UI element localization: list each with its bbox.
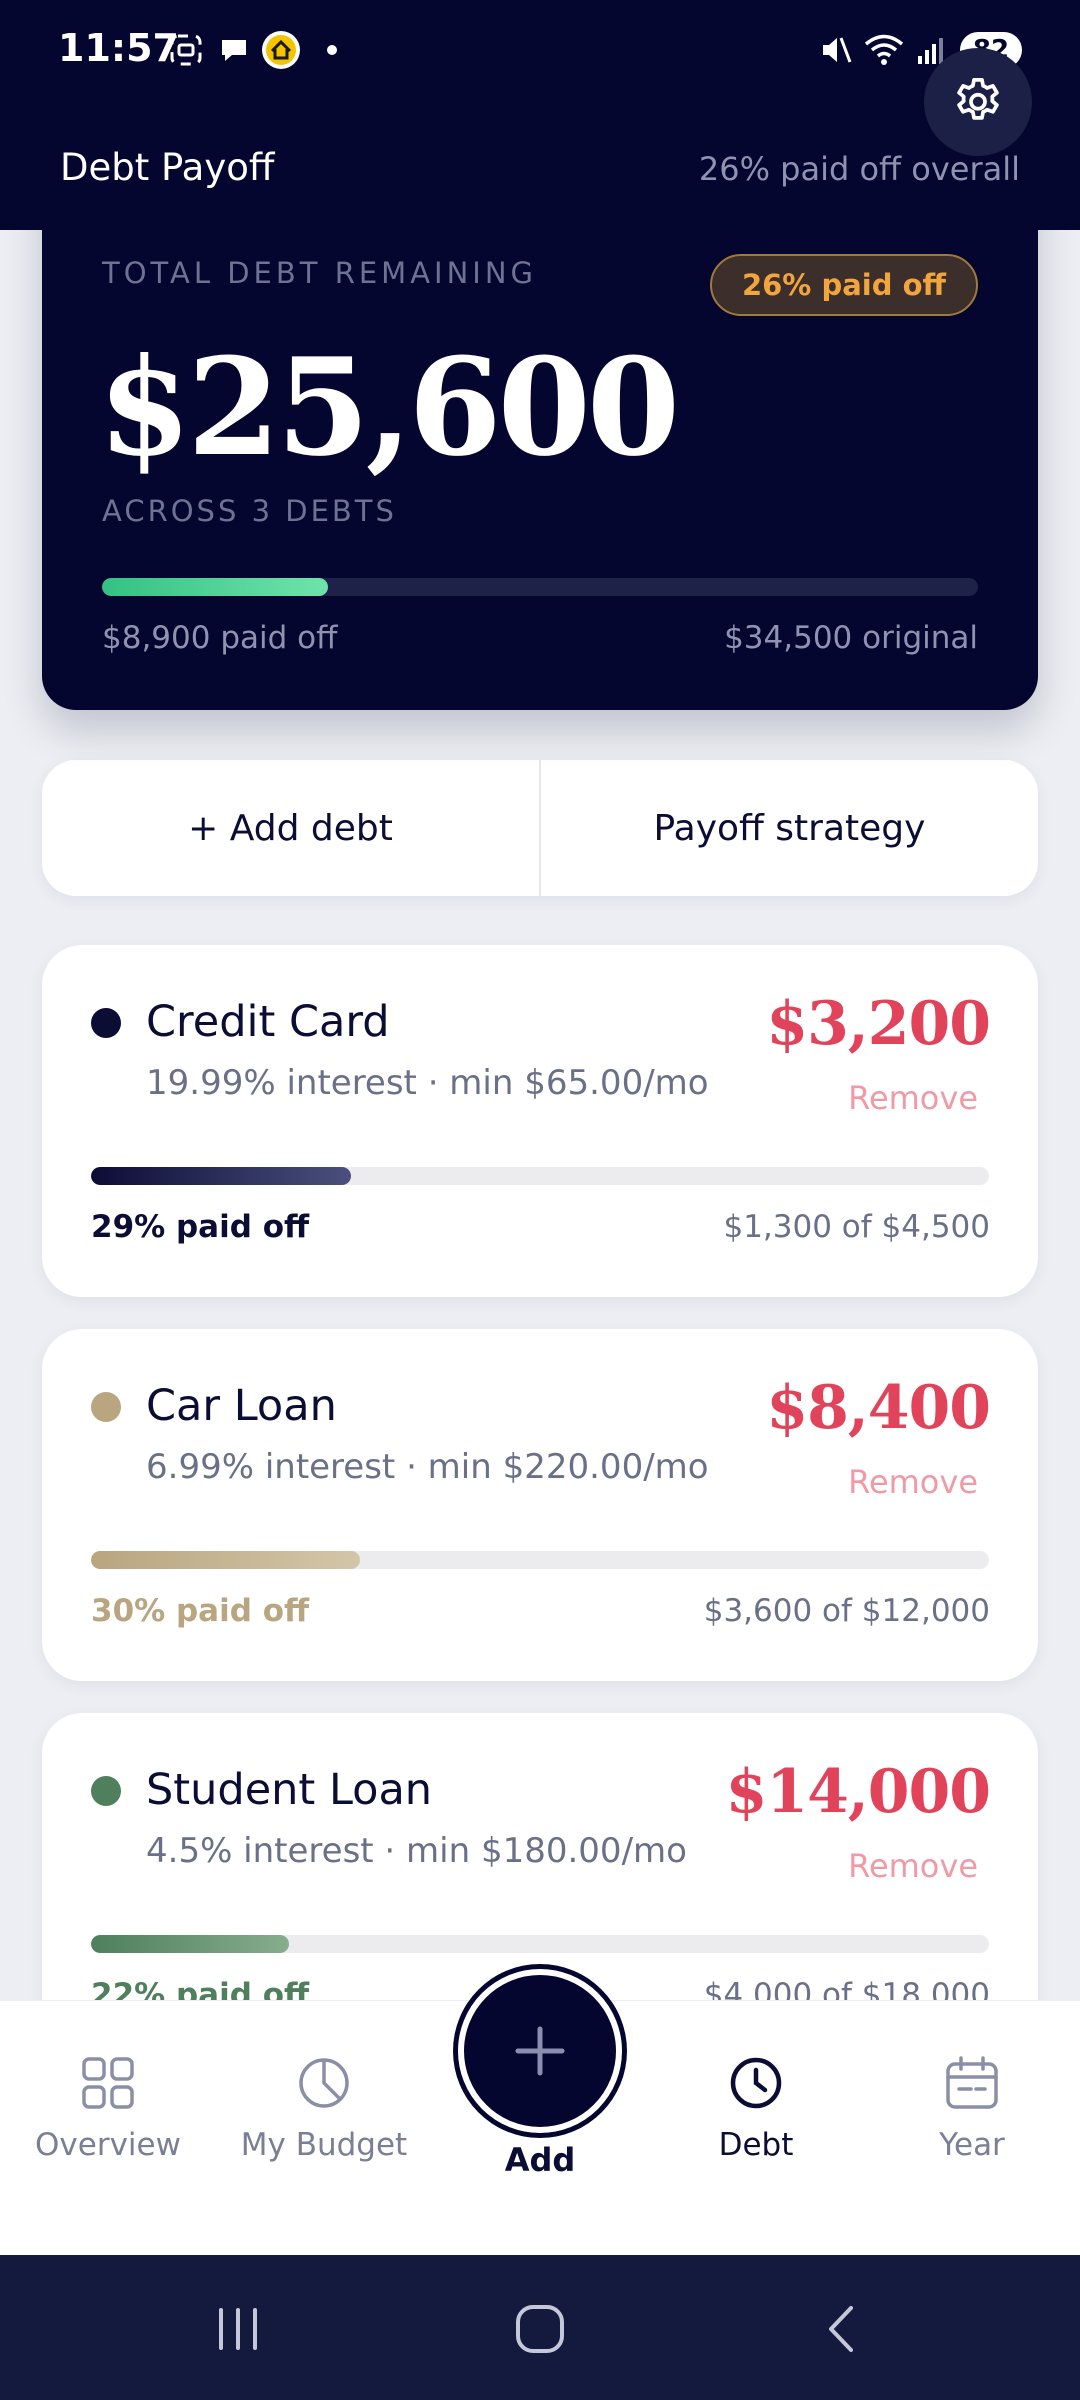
nav-label: Year [939,2127,1005,2163]
debt-count-label: ACROSS 3 DEBTS [102,494,397,528]
debt-progress-fill [91,1551,361,1569]
total-debt-card: TOTAL DEBT REMAINING 26% paid off $25,60… [42,160,1038,710]
debt-card[interactable]: Car Loan 6.99% interest · min $220.00/mo… [42,1329,1038,1681]
total-progress-fill [102,578,328,596]
system-navigation-bar [0,2255,1080,2400]
nav-label: Debt [718,2127,794,2163]
grid-icon [78,2053,138,2113]
debt-progress-fill [91,1935,289,1953]
paid-off-amount: $8,900 paid off [102,620,338,656]
debt-list: Credit Card 19.99% interest · min $65.00… [0,930,1080,2000]
bottom-navigation: Overview My Budget Add Debt Year [0,1969,1080,2255]
total-progress-bar [102,578,978,596]
debt-progress-bar [91,1167,989,1185]
remove-debt-button[interactable]: Remove [848,1463,978,1501]
debt-paid-ratio: $4,000 of $18,000 [703,1977,990,2000]
debt-interest-info: 4.5% interest · min $180.00/mo [146,1831,687,1871]
nav-label: Overview [35,2127,181,2163]
dot-icon [320,30,344,70]
debt-name: Student Loan [146,1765,433,1815]
app-header: 11:57 82 Debt Payoff 26% paid off ov [0,0,1080,230]
gear-icon [957,77,999,120]
plus-icon [515,2026,565,2076]
nav-debt[interactable]: Debt [666,2053,846,2163]
add-fab-button[interactable] [458,1969,622,2133]
debt-color-dot [91,1392,121,1422]
add-label: Add [504,2141,576,2179]
back-button[interactable] [802,2297,882,2361]
nav-year[interactable]: Year [882,2053,1062,2163]
settings-button[interactable] [924,48,1032,156]
debt-progress-bar [91,1935,989,1953]
status-bar: 11:57 82 [0,0,1080,100]
debt-percent-paid: 30% paid off [91,1593,310,1629]
debt-paid-ratio: $1,300 of $4,500 [723,1209,990,1245]
debt-percent-paid: 29% paid off [91,1209,310,1245]
recents-button[interactable] [198,2297,278,2361]
debt-actions: + Add debt Payoff strategy [42,760,1038,896]
debt-progress-bar [91,1551,989,1569]
clock-icon [726,2053,786,2113]
page-title: Debt Payoff [60,146,275,189]
total-debt-label: TOTAL DEBT REMAINING [102,256,537,290]
total-debt-amount: $25,600 [98,328,680,486]
home-app-icon [260,30,302,70]
wifi-icon [862,30,906,70]
debt-card[interactable]: Student Loan 4.5% interest · min $180.00… [42,1713,1038,2000]
debt-paid-ratio: $3,600 of $12,000 [703,1593,990,1629]
debt-remaining-amount: $14,000 [725,1757,991,1827]
status-time: 11:57 [58,26,179,70]
debt-color-dot [91,1008,121,1038]
debt-interest-info: 19.99% interest · min $65.00/mo [146,1063,709,1103]
back-icon [829,2306,853,2352]
debt-interest-info: 6.99% interest · min $220.00/mo [146,1447,709,1487]
home-icon [516,2305,564,2353]
mute-icon [815,30,855,70]
add-debt-button[interactable]: + Add debt [42,760,539,896]
debt-card[interactable]: Credit Card 19.99% interest · min $65.00… [42,945,1038,1297]
screenshot-icon [166,30,206,70]
debt-name: Credit Card [146,997,390,1047]
chat-icon [214,30,254,70]
paid-off-badge: 26% paid off [709,254,978,316]
payoff-strategy-button[interactable]: Payoff strategy [539,760,1038,896]
debt-remaining-amount: $3,200 [766,989,991,1059]
pie-chart-icon [294,2053,354,2113]
original-amount: $34,500 original [724,620,978,656]
calendar-icon [942,2053,1002,2113]
nav-overview[interactable]: Overview [18,2053,198,2163]
remove-debt-button[interactable]: Remove [848,1079,978,1117]
recents-icon [219,2308,257,2350]
nav-label: My Budget [240,2127,408,2163]
debt-progress-fill [91,1167,352,1185]
home-button[interactable] [500,2297,580,2361]
remove-debt-button[interactable]: Remove [848,1847,978,1885]
nav-my-budget[interactable]: My Budget [234,2053,414,2163]
debt-remaining-amount: $8,400 [766,1373,991,1443]
debt-color-dot [91,1776,121,1806]
debt-percent-paid: 22% paid off [91,1977,310,2000]
debt-name: Car Loan [146,1381,337,1431]
